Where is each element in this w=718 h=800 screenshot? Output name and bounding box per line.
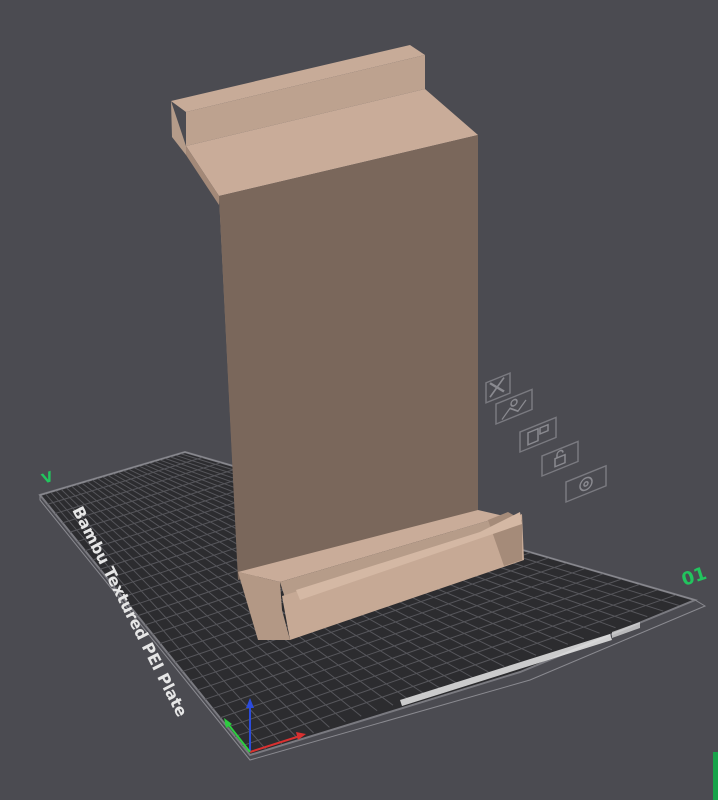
plate-number: 01 (679, 563, 709, 591)
scene[interactable]: Bambu Textured PEI Plate V 01 (0, 0, 718, 800)
plate-tools (485, 372, 607, 504)
front-mark: V (40, 469, 56, 488)
model-front-face (219, 135, 478, 580)
3d-viewport[interactable]: Bambu Textured PEI Plate V 01 (0, 0, 718, 800)
image-icon[interactable] (495, 388, 533, 426)
lock-icon[interactable] (541, 440, 579, 478)
side-panel-edge[interactable] (713, 752, 718, 800)
arrange-icon[interactable] (519, 416, 557, 454)
close-icon[interactable] (485, 372, 511, 404)
gear-icon[interactable] (565, 464, 607, 504)
